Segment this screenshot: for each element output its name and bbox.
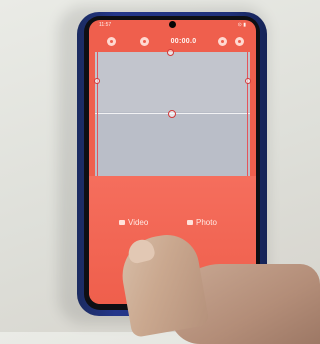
crop-handle-top[interactable] bbox=[167, 49, 174, 56]
crop-handle-center[interactable] bbox=[168, 110, 176, 118]
crop-left-edge bbox=[97, 52, 98, 176]
toolbar-right-group bbox=[218, 36, 244, 46]
video-icon bbox=[119, 220, 125, 225]
photo-mode-button[interactable]: Photo bbox=[187, 218, 217, 227]
status-icons: ⊙ ▮ bbox=[237, 22, 246, 28]
crop-handle-right[interactable] bbox=[245, 78, 251, 84]
crop-right-edge bbox=[247, 52, 248, 176]
video-mode-label: Video bbox=[128, 218, 149, 227]
photo-icon bbox=[187, 220, 193, 225]
close-icon[interactable] bbox=[235, 36, 244, 46]
flash-icon[interactable] bbox=[140, 36, 149, 46]
preview-lower-region bbox=[95, 114, 250, 176]
front-camera bbox=[169, 21, 176, 28]
top-toolbar: 00:00.0 bbox=[89, 31, 256, 51]
status-time: 11:57 bbox=[99, 22, 112, 28]
crop-handle-left[interactable] bbox=[94, 78, 100, 84]
video-mode-button[interactable]: Video bbox=[119, 218, 148, 227]
toolbar-left-group bbox=[107, 36, 149, 46]
preview-upper-region bbox=[95, 52, 250, 112]
recording-timer: 00:00.0 bbox=[170, 37, 197, 45]
settings-icon[interactable] bbox=[107, 36, 116, 46]
photo-mode-label: Photo bbox=[196, 218, 217, 227]
grid-icon[interactable] bbox=[218, 36, 227, 46]
camera-preview[interactable] bbox=[94, 49, 251, 176]
